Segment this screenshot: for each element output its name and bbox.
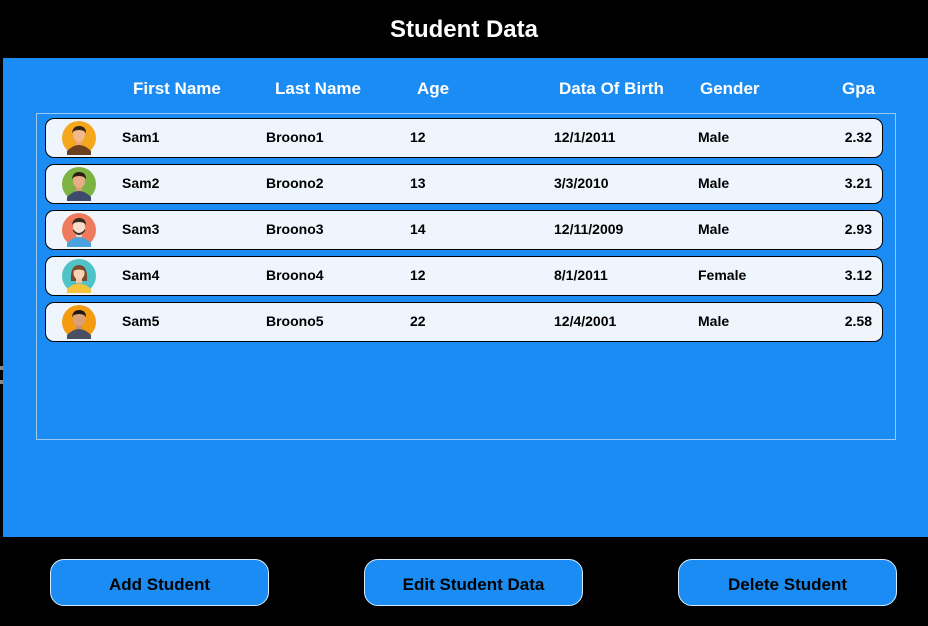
male-avatar-icon: [62, 305, 96, 339]
header-last-name: Last Name: [275, 79, 361, 98]
last-name-cell: Broono4: [266, 267, 324, 283]
page-title: Student Data: [389, 16, 538, 43]
header-gpa: Gpa: [842, 79, 876, 98]
header-date-of-birth: Data Of Birth: [559, 79, 664, 98]
gpa-cell: 2.58: [844, 313, 872, 329]
gpa-cell: 3.12: [844, 267, 872, 283]
age-cell: 14: [410, 221, 426, 237]
date-of-birth-cell: 12/1/2011: [554, 129, 616, 145]
age-cell: 22: [410, 313, 426, 329]
header-first-name: First Name: [133, 79, 221, 98]
last-name-cell: Broono2: [266, 175, 324, 191]
date-of-birth-cell: 8/1/2011: [554, 267, 608, 283]
student-row[interactable]: Sam2 Broono2 13 3/3/2010 Male 3.21: [45, 164, 883, 204]
window-edge-mark: [0, 380, 3, 384]
content-panel: First Name Last Name Age Data Of Birth G…: [3, 58, 928, 537]
last-name-cell: Broono3: [266, 221, 324, 237]
add-student-button[interactable]: Add Student: [50, 559, 269, 606]
title-bar: Student Data: [0, 0, 928, 58]
female-avatar-icon: [62, 259, 96, 293]
first-name-cell: Sam5: [122, 313, 160, 329]
student-row[interactable]: Sam1 Broono1 12 12/1/2011 Male 2.32: [45, 118, 883, 158]
student-row[interactable]: Sam4 Broono4 12 8/1/2011 Female 3.12: [45, 256, 883, 296]
student-list[interactable]: Sam1 Broono1 12 12/1/2011 Male 2.32 Sam2…: [36, 113, 896, 440]
gender-cell: Male: [698, 221, 730, 237]
app-window: Student Data First Name Last Name Age Da…: [0, 0, 928, 626]
delete-student-button[interactable]: Delete Student: [678, 559, 897, 606]
first-name-cell: Sam2: [122, 175, 160, 191]
first-name-cell: Sam1: [122, 129, 160, 145]
male-avatar-icon: [62, 213, 96, 247]
date-of-birth-cell: 3/3/2010: [554, 175, 609, 191]
edit-student-button[interactable]: Edit Student Data: [364, 559, 583, 606]
first-name-cell: Sam4: [122, 267, 160, 283]
first-name-cell: Sam3: [122, 221, 160, 237]
gpa-cell: 2.93: [844, 221, 872, 237]
gender-cell: Male: [698, 313, 730, 329]
gpa-cell: 2.32: [844, 129, 872, 145]
gender-cell: Male: [698, 129, 730, 145]
age-cell: 13: [410, 175, 426, 191]
date-of-birth-cell: 12/11/2009: [554, 221, 624, 237]
window-edge-mark: [0, 366, 3, 370]
last-name-cell: Broono5: [266, 313, 324, 329]
male-avatar-icon: [62, 167, 96, 201]
gender-cell: Male: [698, 175, 730, 191]
age-cell: 12: [410, 267, 426, 283]
header-gender: Gender: [700, 79, 760, 98]
gender-cell: Female: [698, 267, 747, 283]
gpa-cell: 3.21: [844, 175, 872, 191]
male-avatar-icon: [62, 121, 96, 155]
action-bar: Add Student Edit Student Data Delete Stu…: [0, 537, 928, 626]
student-row[interactable]: Sam3 Broono3 14 12/11/2009 Male 2.93: [45, 210, 883, 250]
age-cell: 12: [410, 129, 426, 145]
last-name-cell: Broono1: [266, 129, 324, 145]
student-row[interactable]: Sam5 Broono5 22 12/4/2001 Male 2.58: [45, 302, 883, 342]
header-age: Age: [417, 79, 450, 98]
date-of-birth-cell: 12/4/2001: [554, 313, 617, 329]
